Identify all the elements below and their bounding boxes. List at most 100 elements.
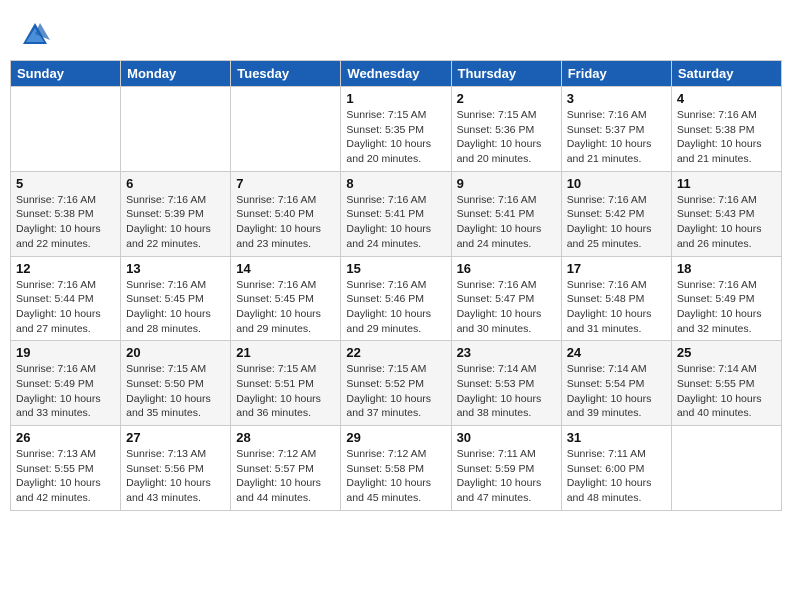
day-info: Sunrise: 7:16 AM Sunset: 5:38 PM Dayligh… xyxy=(677,108,776,167)
calendar-week-3: 12 Sunrise: 7:16 AM Sunset: 5:44 PM Dayli… xyxy=(11,256,782,341)
day-number: 9 xyxy=(457,176,556,191)
day-number: 28 xyxy=(236,430,335,445)
day-number: 10 xyxy=(567,176,666,191)
day-info: Sunrise: 7:15 AM Sunset: 5:50 PM Dayligh… xyxy=(126,362,225,421)
day-number: 4 xyxy=(677,91,776,106)
day-info: Sunrise: 7:16 AM Sunset: 5:44 PM Dayligh… xyxy=(16,278,115,337)
calendar-cell xyxy=(671,426,781,511)
day-header-thursday: Thursday xyxy=(451,61,561,87)
day-number: 3 xyxy=(567,91,666,106)
calendar-cell xyxy=(11,87,121,172)
calendar-header-row: SundayMondayTuesdayWednesdayThursdayFrid… xyxy=(11,61,782,87)
day-info: Sunrise: 7:13 AM Sunset: 5:56 PM Dayligh… xyxy=(126,447,225,506)
calendar-cell: 6 Sunrise: 7:16 AM Sunset: 5:39 PM Daylig… xyxy=(121,171,231,256)
logo xyxy=(20,20,52,50)
day-number: 1 xyxy=(346,91,445,106)
day-info: Sunrise: 7:15 AM Sunset: 5:51 PM Dayligh… xyxy=(236,362,335,421)
calendar-week-4: 19Sunrise: 7:16 AM Sunset: 5:49 PM Dayli… xyxy=(11,341,782,426)
day-info: Sunrise: 7:16 AM Sunset: 5:40 PM Dayligh… xyxy=(236,193,335,252)
calendar-cell: 1 Sunrise: 7:15 AM Sunset: 5:35 PM Daylig… xyxy=(341,87,451,172)
calendar-cell: 23 Sunrise: 7:14 AM Sunset: 5:53 PM Dayli… xyxy=(451,341,561,426)
calendar-week-5: 26 Sunrise: 7:13 AM Sunset: 5:55 PM Dayli… xyxy=(11,426,782,511)
calendar-cell: 9 Sunrise: 7:16 AM Sunset: 5:41 PM Daylig… xyxy=(451,171,561,256)
day-number: 17 xyxy=(567,261,666,276)
day-number: 11 xyxy=(677,176,776,191)
day-info: Sunrise: 7:15 AM Sunset: 5:36 PM Dayligh… xyxy=(457,108,556,167)
day-info: Sunrise: 7:16 AM Sunset: 5:39 PM Dayligh… xyxy=(126,193,225,252)
day-info: Sunrise: 7:16 AM Sunset: 5:41 PM Dayligh… xyxy=(457,193,556,252)
day-header-friday: Friday xyxy=(561,61,671,87)
page-header xyxy=(10,10,782,55)
day-number: 21 xyxy=(236,345,335,360)
day-number: 23 xyxy=(457,345,556,360)
day-number: 20 xyxy=(126,345,225,360)
day-number: 31 xyxy=(567,430,666,445)
day-info: Sunrise: 7:16 AM Sunset: 5:41 PM Dayligh… xyxy=(346,193,445,252)
day-header-saturday: Saturday xyxy=(671,61,781,87)
day-number: 8 xyxy=(346,176,445,191)
calendar-cell: 31Sunrise: 7:11 AM Sunset: 6:00 PM Dayli… xyxy=(561,426,671,511)
day-number: 5 xyxy=(16,176,115,191)
day-number: 14 xyxy=(236,261,335,276)
calendar-cell: 20 Sunrise: 7:15 AM Sunset: 5:50 PM Dayli… xyxy=(121,341,231,426)
calendar-cell: 2 Sunrise: 7:15 AM Sunset: 5:36 PM Daylig… xyxy=(451,87,561,172)
day-info: Sunrise: 7:16 AM Sunset: 5:45 PM Dayligh… xyxy=(126,278,225,337)
calendar-table: SundayMondayTuesdayWednesdayThursdayFrid… xyxy=(10,60,782,511)
day-number: 30 xyxy=(457,430,556,445)
calendar-cell: 15 Sunrise: 7:16 AM Sunset: 5:46 PM Dayli… xyxy=(341,256,451,341)
calendar-cell: 30Sunrise: 7:11 AM Sunset: 5:59 PM Dayli… xyxy=(451,426,561,511)
day-number: 18 xyxy=(677,261,776,276)
day-number: 7 xyxy=(236,176,335,191)
calendar-cell: 16 Sunrise: 7:16 AM Sunset: 5:47 PM Dayli… xyxy=(451,256,561,341)
calendar-cell: 25Sunrise: 7:14 AM Sunset: 5:55 PM Dayli… xyxy=(671,341,781,426)
day-header-monday: Monday xyxy=(121,61,231,87)
calendar-cell: 18 Sunrise: 7:16 AM Sunset: 5:49 PM Dayli… xyxy=(671,256,781,341)
day-info: Sunrise: 7:14 AM Sunset: 5:54 PM Dayligh… xyxy=(567,362,666,421)
day-number: 13 xyxy=(126,261,225,276)
day-number: 6 xyxy=(126,176,225,191)
calendar-week-1: 1 Sunrise: 7:15 AM Sunset: 5:35 PM Daylig… xyxy=(11,87,782,172)
calendar-cell: 14Sunrise: 7:16 AM Sunset: 5:45 PM Dayli… xyxy=(231,256,341,341)
day-info: Sunrise: 7:12 AM Sunset: 5:57 PM Dayligh… xyxy=(236,447,335,506)
calendar-cell: 3 Sunrise: 7:16 AM Sunset: 5:37 PM Daylig… xyxy=(561,87,671,172)
calendar-cell: 21 Sunrise: 7:15 AM Sunset: 5:51 PM Dayli… xyxy=(231,341,341,426)
day-info: Sunrise: 7:14 AM Sunset: 5:53 PM Dayligh… xyxy=(457,362,556,421)
day-info: Sunrise: 7:16 AM Sunset: 5:46 PM Dayligh… xyxy=(346,278,445,337)
calendar-week-2: 5 Sunrise: 7:16 AM Sunset: 5:38 PM Daylig… xyxy=(11,171,782,256)
calendar-cell: 10 Sunrise: 7:16 AM Sunset: 5:42 PM Dayli… xyxy=(561,171,671,256)
calendar-cell: 4 Sunrise: 7:16 AM Sunset: 5:38 PM Daylig… xyxy=(671,87,781,172)
day-number: 27 xyxy=(126,430,225,445)
calendar-cell: 17 Sunrise: 7:16 AM Sunset: 5:48 PM Dayli… xyxy=(561,256,671,341)
day-info: Sunrise: 7:12 AM Sunset: 5:58 PM Dayligh… xyxy=(346,447,445,506)
calendar-cell: 8 Sunrise: 7:16 AM Sunset: 5:41 PM Daylig… xyxy=(341,171,451,256)
day-number: 16 xyxy=(457,261,556,276)
day-info: Sunrise: 7:16 AM Sunset: 5:48 PM Dayligh… xyxy=(567,278,666,337)
day-number: 12 xyxy=(16,261,115,276)
calendar-cell: 27 Sunrise: 7:13 AM Sunset: 5:56 PM Dayli… xyxy=(121,426,231,511)
calendar-cell: 28 Sunrise: 7:12 AM Sunset: 5:57 PM Dayli… xyxy=(231,426,341,511)
day-number: 19 xyxy=(16,345,115,360)
day-info: Sunrise: 7:16 AM Sunset: 5:42 PM Dayligh… xyxy=(567,193,666,252)
day-header-wednesday: Wednesday xyxy=(341,61,451,87)
day-info: Sunrise: 7:15 AM Sunset: 5:52 PM Dayligh… xyxy=(346,362,445,421)
calendar-cell: 24 Sunrise: 7:14 AM Sunset: 5:54 PM Dayli… xyxy=(561,341,671,426)
day-info: Sunrise: 7:16 AM Sunset: 5:38 PM Dayligh… xyxy=(16,193,115,252)
calendar-cell: 22 Sunrise: 7:15 AM Sunset: 5:52 PM Dayli… xyxy=(341,341,451,426)
calendar-cell xyxy=(121,87,231,172)
day-info: Sunrise: 7:16 AM Sunset: 5:49 PM Dayligh… xyxy=(677,278,776,337)
calendar-cell xyxy=(231,87,341,172)
day-info: Sunrise: 7:13 AM Sunset: 5:55 PM Dayligh… xyxy=(16,447,115,506)
calendar-cell: 13 Sunrise: 7:16 AM Sunset: 5:45 PM Dayli… xyxy=(121,256,231,341)
day-number: 15 xyxy=(346,261,445,276)
day-info: Sunrise: 7:15 AM Sunset: 5:35 PM Dayligh… xyxy=(346,108,445,167)
calendar-cell: 29Sunrise: 7:12 AM Sunset: 5:58 PM Dayli… xyxy=(341,426,451,511)
day-number: 2 xyxy=(457,91,556,106)
calendar-cell: 12 Sunrise: 7:16 AM Sunset: 5:44 PM Dayli… xyxy=(11,256,121,341)
calendar-cell: 5 Sunrise: 7:16 AM Sunset: 5:38 PM Daylig… xyxy=(11,171,121,256)
day-number: 22 xyxy=(346,345,445,360)
day-number: 26 xyxy=(16,430,115,445)
day-info: Sunrise: 7:16 AM Sunset: 5:47 PM Dayligh… xyxy=(457,278,556,337)
day-number: 24 xyxy=(567,345,666,360)
day-info: Sunrise: 7:16 AM Sunset: 5:37 PM Dayligh… xyxy=(567,108,666,167)
calendar-cell: 26 Sunrise: 7:13 AM Sunset: 5:55 PM Dayli… xyxy=(11,426,121,511)
